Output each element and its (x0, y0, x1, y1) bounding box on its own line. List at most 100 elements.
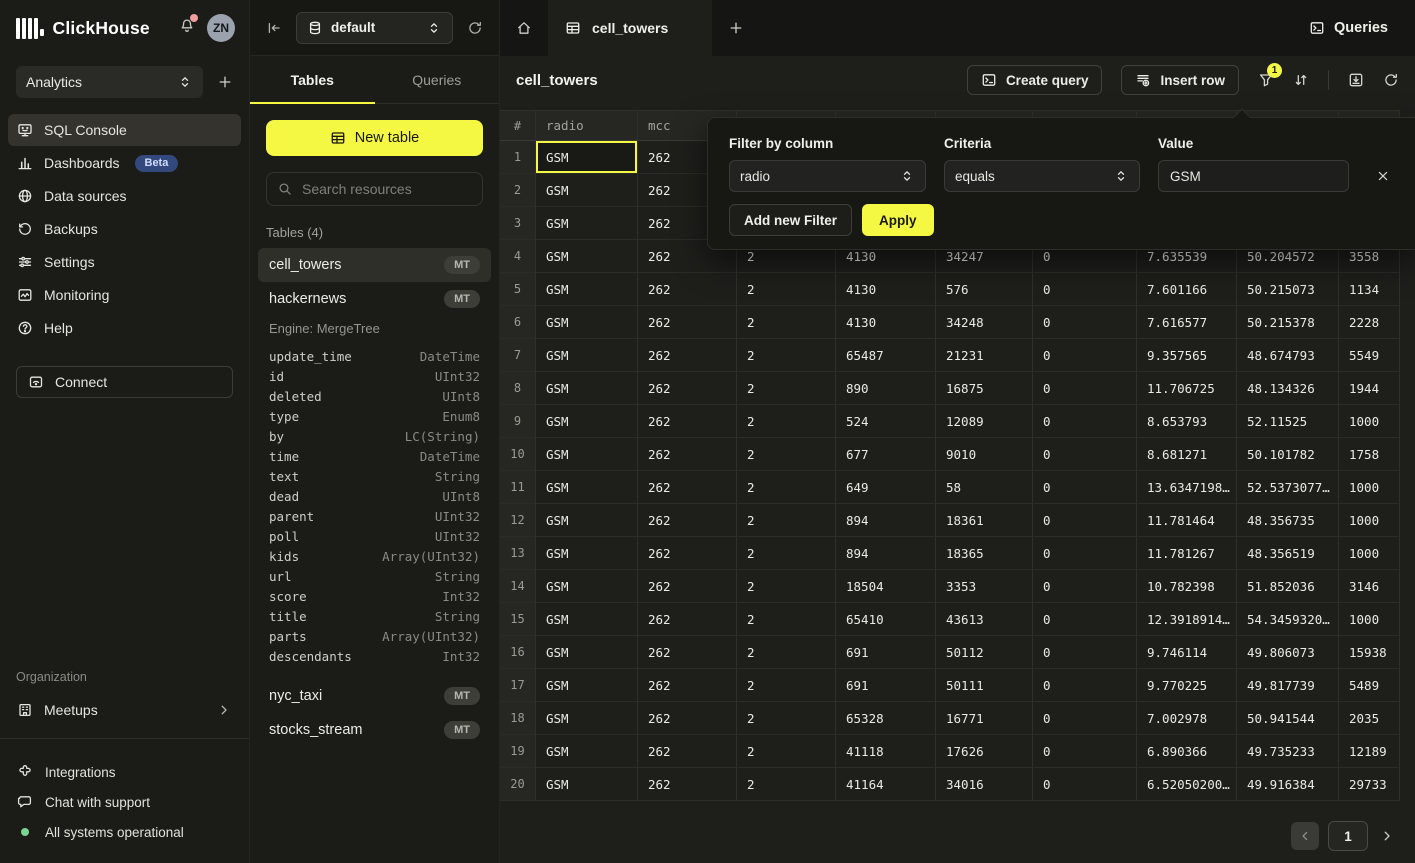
grid-cell[interactable]: 50.101782 (1237, 438, 1339, 471)
row-number[interactable]: 16 (500, 636, 536, 669)
tab-queries[interactable]: Queries (375, 56, 500, 103)
grid-cell[interactable]: 890 (836, 372, 936, 405)
grid-cell[interactable]: 262 (638, 471, 737, 504)
row-number[interactable]: 10 (500, 438, 536, 471)
grid-cell[interactable]: 262 (638, 735, 737, 768)
grid-cell[interactable]: 12.3918914… (1137, 603, 1237, 636)
grid-cell[interactable]: 9.770225 (1137, 669, 1237, 702)
grid-cell[interactable]: 49.817739 (1237, 669, 1339, 702)
grid-cell[interactable]: 262 (638, 273, 737, 306)
grid-cell[interactable]: 48.356519 (1237, 537, 1339, 570)
add-new-filter-button[interactable]: Add new Filter (729, 204, 852, 236)
grid-cell[interactable]: 1000 (1339, 405, 1400, 438)
sidebar-item-data-sources[interactable]: Data sources (8, 180, 241, 212)
search-input[interactable] (302, 181, 483, 197)
grid-cell[interactable]: GSM (536, 504, 638, 537)
grid-cell[interactable]: 262 (638, 504, 737, 537)
grid-cell[interactable]: 2 (737, 669, 836, 702)
grid-cell[interactable]: 4130 (836, 306, 936, 339)
new-tab-button[interactable] (712, 0, 760, 56)
grid-cell[interactable]: 2 (737, 570, 836, 603)
grid-cell[interactable]: 2 (737, 273, 836, 306)
grid-cell[interactable]: 677 (836, 438, 936, 471)
grid-cell[interactable]: 16875 (936, 372, 1033, 405)
grid-cell[interactable]: 524 (836, 405, 936, 438)
tab-tables[interactable]: Tables (250, 56, 375, 103)
connect-button[interactable]: Connect (16, 366, 233, 398)
grid-cell[interactable]: 48.356735 (1237, 504, 1339, 537)
filter-criteria-select[interactable]: equals (944, 160, 1140, 192)
grid-cell[interactable]: 7.002978 (1137, 702, 1237, 735)
grid-cell[interactable]: 13.6347198… (1137, 471, 1237, 504)
table-item-hackernews[interactable]: hackernewsMT (258, 282, 491, 316)
table-item-stocks_stream[interactable]: stocks_streamMT (258, 713, 491, 747)
grid-cell[interactable]: 1000 (1339, 471, 1400, 504)
prev-page-button[interactable] (1291, 822, 1319, 850)
row-number[interactable]: 19 (500, 735, 536, 768)
grid-cell[interactable]: 11.781464 (1137, 504, 1237, 537)
grid-cell[interactable]: 0 (1033, 537, 1137, 570)
grid-cell[interactable]: 1000 (1339, 504, 1400, 537)
sidebar-item-sql-console[interactable]: SQL Console (8, 114, 241, 146)
footer-item-chat-with-support[interactable]: Chat with support (0, 787, 249, 817)
grid-cell[interactable]: 1134 (1339, 273, 1400, 306)
table-item-cell_towers[interactable]: cell_towersMT (258, 248, 491, 282)
table-item-nyc_taxi[interactable]: nyc_taxiMT (258, 679, 491, 713)
grid-cell[interactable]: 54.3459320… (1237, 603, 1339, 636)
grid-cell[interactable]: 5549 (1339, 339, 1400, 372)
sidebar-item-monitoring[interactable]: Monitoring (8, 279, 241, 311)
grid-cell[interactable]: 8.653793 (1137, 405, 1237, 438)
grid-cell[interactable]: 262 (638, 405, 737, 438)
grid-cell[interactable]: GSM (536, 207, 638, 240)
grid-cell[interactable]: GSM (536, 273, 638, 306)
add-workspace-button[interactable] (217, 74, 233, 90)
row-number[interactable]: 11 (500, 471, 536, 504)
grid-cell[interactable]: 262 (638, 636, 737, 669)
grid-cell[interactable]: 49.735233 (1237, 735, 1339, 768)
grid-cell[interactable]: 262 (638, 438, 737, 471)
grid-cell[interactable]: 2 (737, 768, 836, 801)
row-number[interactable]: 14 (500, 570, 536, 603)
grid-cell[interactable]: 10.782398 (1137, 570, 1237, 603)
grid-cell[interactable]: 0 (1033, 273, 1137, 306)
grid-cell[interactable]: GSM (536, 141, 638, 174)
grid-cell[interactable]: 29733 (1339, 768, 1400, 801)
grid-cell[interactable]: 0 (1033, 603, 1137, 636)
home-tab[interactable] (500, 0, 548, 56)
grid-cell[interactable]: 2 (737, 504, 836, 537)
grid-cell[interactable]: 0 (1033, 339, 1137, 372)
grid-cell[interactable]: 50.941544 (1237, 702, 1339, 735)
grid-cell[interactable]: 58 (936, 471, 1033, 504)
grid-cell[interactable]: 1000 (1339, 537, 1400, 570)
grid-cell[interactable]: 2 (737, 339, 836, 372)
workspace-select[interactable]: Analytics (16, 66, 203, 98)
grid-cell[interactable]: 3353 (936, 570, 1033, 603)
grid-cell[interactable]: GSM (536, 405, 638, 438)
grid-cell[interactable]: 11.781267 (1137, 537, 1237, 570)
grid-cell[interactable]: 4130 (836, 273, 936, 306)
grid-cell[interactable]: 262 (638, 570, 737, 603)
database-select[interactable]: default (296, 12, 453, 44)
grid-cell[interactable]: 5489 (1339, 669, 1400, 702)
grid-cell[interactable]: 49.806073 (1237, 636, 1339, 669)
grid-cell[interactable]: 262 (638, 669, 737, 702)
grid-cell[interactable]: 691 (836, 636, 936, 669)
insert-row-button[interactable]: Insert row (1121, 65, 1239, 95)
queries-button[interactable]: Queries (1309, 20, 1388, 36)
grid-cell[interactable]: 262 (638, 603, 737, 636)
grid-cell[interactable]: 6.52050200… (1137, 768, 1237, 801)
grid-cell[interactable]: 2 (737, 438, 836, 471)
grid-cell[interactable]: 7.601166 (1137, 273, 1237, 306)
grid-cell[interactable]: GSM (536, 174, 638, 207)
grid-cell[interactable]: 50.215073 (1237, 273, 1339, 306)
grid-cell[interactable]: 9010 (936, 438, 1033, 471)
grid-cell[interactable]: 0 (1033, 372, 1137, 405)
grid-cell[interactable]: GSM (536, 570, 638, 603)
grid-cell[interactable]: 8.681271 (1137, 438, 1237, 471)
refresh-tables-icon[interactable] (467, 20, 483, 36)
row-number[interactable]: 4 (500, 240, 536, 273)
grid-cell[interactable]: GSM (536, 768, 638, 801)
grid-cell[interactable]: 15938 (1339, 636, 1400, 669)
grid-cell[interactable]: 2 (737, 372, 836, 405)
sidebar-item-help[interactable]: Help (8, 312, 241, 344)
